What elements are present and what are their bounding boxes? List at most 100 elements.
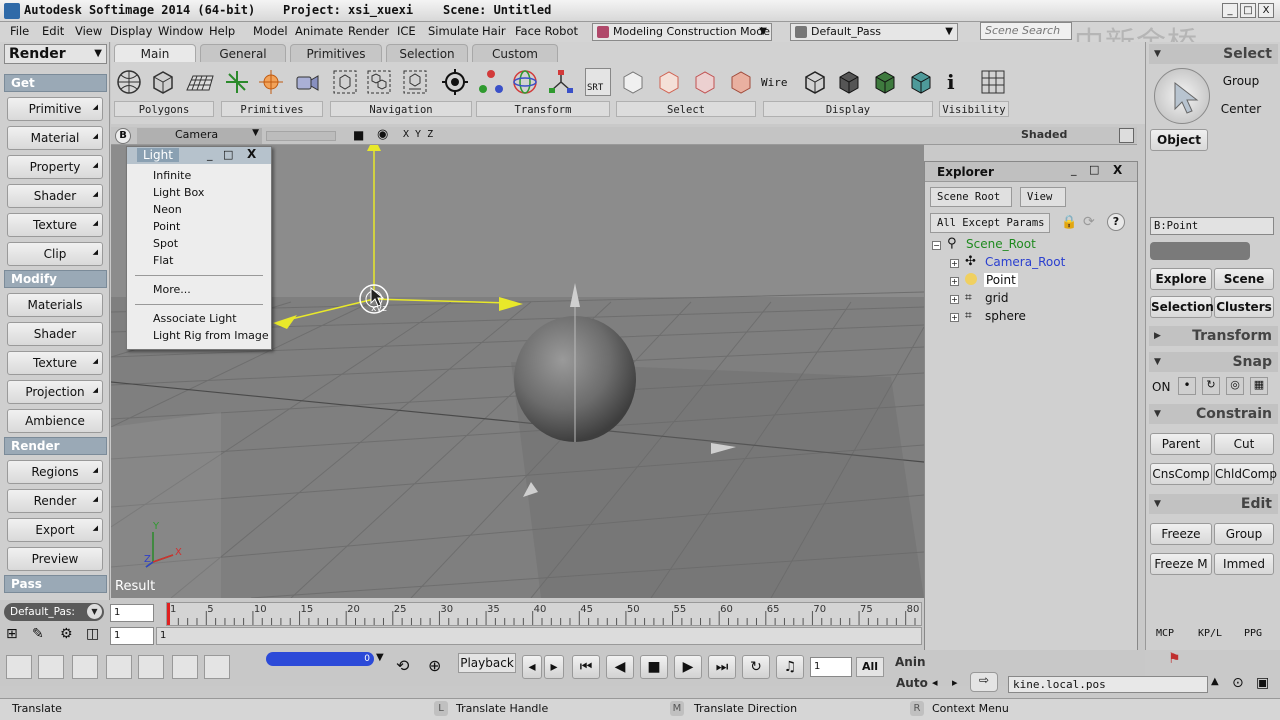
menu-item-infinite[interactable]: Infinite (153, 169, 191, 182)
point-light-icon[interactable] (257, 68, 285, 96)
menu-item-flat[interactable]: Flat (153, 254, 173, 267)
tab-custom[interactable]: Custom (472, 44, 558, 62)
minimize-icon[interactable]: _ (207, 148, 213, 161)
all-button[interactable]: All (856, 657, 884, 677)
layout-6-icon[interactable] (172, 655, 198, 679)
polygon-grid-icon[interactable] (185, 68, 215, 96)
timeline-start-field[interactable]: 1 (110, 604, 154, 622)
loop-toggle-button[interactable]: ↻ (742, 655, 770, 679)
srt-icon[interactable]: SRT (585, 68, 611, 96)
snap-header[interactable]: ▼ Snap (1149, 352, 1278, 372)
export-button[interactable]: Export ◢ (7, 518, 103, 542)
wire-toggle[interactable]: Wire (761, 76, 788, 89)
menu-hair[interactable]: Hair (482, 24, 506, 38)
section-modify[interactable]: Modify (4, 270, 107, 288)
polygon-sphere-icon[interactable] (115, 68, 143, 96)
layout-icon[interactable]: ◫ (86, 626, 99, 642)
modify-texture-button[interactable]: Texture ◢ (7, 351, 103, 375)
timeline-current-field[interactable]: 1 (110, 627, 154, 645)
expand-toggle[interactable]: + (950, 295, 959, 304)
shading-mode[interactable]: Shaded (1021, 128, 1067, 141)
audio-button[interactable]: ♫ (776, 655, 804, 679)
select-point-icon[interactable] (655, 68, 683, 96)
restore-icon[interactable]: □ (223, 148, 233, 161)
first-frame-button[interactable]: ⏮ (572, 655, 600, 679)
section-pass[interactable]: Pass (4, 575, 107, 593)
tree-item-scene-root[interactable]: Scene_Root (966, 237, 1036, 251)
prev-key-button[interactable]: ◂ (522, 655, 542, 679)
select-edge-icon[interactable] (691, 68, 719, 96)
menu-item-spot[interactable]: Spot (153, 237, 178, 250)
cnscomp-button[interactable]: CnsComp (1150, 463, 1212, 485)
clip-button[interactable]: Clip ◢ (7, 242, 103, 266)
camera-icon[interactable] (293, 68, 321, 96)
display-textured-icon[interactable] (871, 68, 899, 96)
next-icon[interactable]: ▸ (952, 676, 958, 689)
center-select-button[interactable]: Center (1216, 99, 1266, 121)
expand-toggle[interactable]: + (950, 259, 959, 268)
regions-button[interactable]: Regions ◢ (7, 460, 103, 484)
menu-ice[interactable]: ICE (397, 24, 416, 38)
scale-tool-icon[interactable] (547, 68, 575, 96)
tab-kpl[interactable]: KP/L (1198, 628, 1222, 639)
immed-button[interactable]: Immed (1214, 553, 1274, 575)
display-textured-decal-icon[interactable] (907, 68, 935, 96)
null-icon[interactable] (223, 68, 251, 96)
frame-field[interactable]: 1 (810, 657, 852, 677)
last-frame-button[interactable]: ⏭ (708, 655, 736, 679)
close-button[interactable]: X (1258, 3, 1274, 18)
menu-item-associate-light[interactable]: Associate Light (153, 312, 237, 325)
playback-speed-slider[interactable]: 0 (266, 652, 374, 666)
menu-display[interactable]: Display (110, 24, 152, 38)
rotate-tool-icon[interactable] (511, 68, 539, 96)
chldcomp-button[interactable]: ChldComp (1214, 463, 1277, 485)
menu-face-robot[interactable]: Face Robot (515, 24, 578, 38)
display-shaded-icon[interactable] (835, 68, 863, 96)
selection-field[interactable]: B:Point (1150, 217, 1274, 235)
viewport-axes[interactable]: X Y Z (403, 129, 433, 140)
chevron-up-icon[interactable]: ▲ (1211, 676, 1219, 687)
layout-5-icon[interactable] (138, 655, 164, 679)
refresh-icon[interactable]: ⟳ (1083, 214, 1095, 230)
gear-icon[interactable]: ⚙ (60, 626, 73, 642)
snap-surface-icon[interactable]: ◎ (1226, 377, 1244, 395)
selection-button[interactable]: Selection (1150, 296, 1214, 318)
scene-search-input[interactable]: Scene Search (980, 22, 1072, 40)
freeze-m-button[interactable]: Freeze M (1150, 553, 1212, 575)
tab-main[interactable]: Main (114, 44, 196, 62)
navigation-target-icon[interactable] (441, 68, 469, 96)
constrain-header[interactable]: ▼ Constrain (1149, 404, 1278, 424)
camera-view-icon[interactable]: ■ (353, 128, 364, 142)
visibility-grid-icon[interactable] (979, 68, 1007, 96)
restore-icon[interactable]: □ (1089, 163, 1099, 176)
tree-item-grid[interactable]: grid (985, 291, 1009, 305)
selection-box-icon[interactable] (331, 68, 359, 96)
ambience-button[interactable]: Ambience (7, 409, 103, 433)
menu-animate[interactable]: Animate (295, 24, 343, 38)
layout-2-icon[interactable] (38, 655, 64, 679)
info-icon[interactable]: i (947, 70, 955, 94)
materials-button[interactable]: Materials (7, 293, 103, 317)
tab-ppg[interactable]: PPG (1244, 628, 1262, 639)
help-icon[interactable]: ? (1107, 213, 1125, 231)
edit-header[interactable]: ▼ Edit (1149, 494, 1278, 514)
tab-mcp[interactable]: MCP (1156, 628, 1174, 639)
snap-tool-icon[interactable]: ⊞ (6, 626, 18, 642)
camera-select[interactable]: Camera ▼ (137, 128, 262, 144)
layout-editor-icon[interactable]: ▣ (1256, 675, 1269, 691)
snap-on-toggle[interactable]: ON (1152, 380, 1170, 394)
snap-curve-icon[interactable]: ↻ (1202, 377, 1220, 395)
view-select[interactable]: View (1020, 187, 1066, 207)
group-select-button[interactable]: Group (1216, 71, 1266, 93)
viewport-letter-button[interactable]: B (115, 128, 131, 144)
minimize-icon[interactable]: _ (1071, 163, 1077, 176)
menu-item-light-rig[interactable]: Light Rig from Image (153, 329, 269, 342)
preview-button[interactable]: Preview (7, 547, 103, 571)
group-button[interactable]: Group (1214, 523, 1274, 545)
pencil-icon[interactable]: ✎ (32, 626, 44, 642)
timeline-range-bar[interactable]: 1 (156, 627, 922, 645)
menu-edit[interactable]: Edit (42, 24, 64, 38)
module-select[interactable]: Render ▼ (4, 44, 107, 64)
tree-item-sphere[interactable]: sphere (985, 309, 1026, 323)
filter-select[interactable]: All Except Params (930, 213, 1050, 233)
